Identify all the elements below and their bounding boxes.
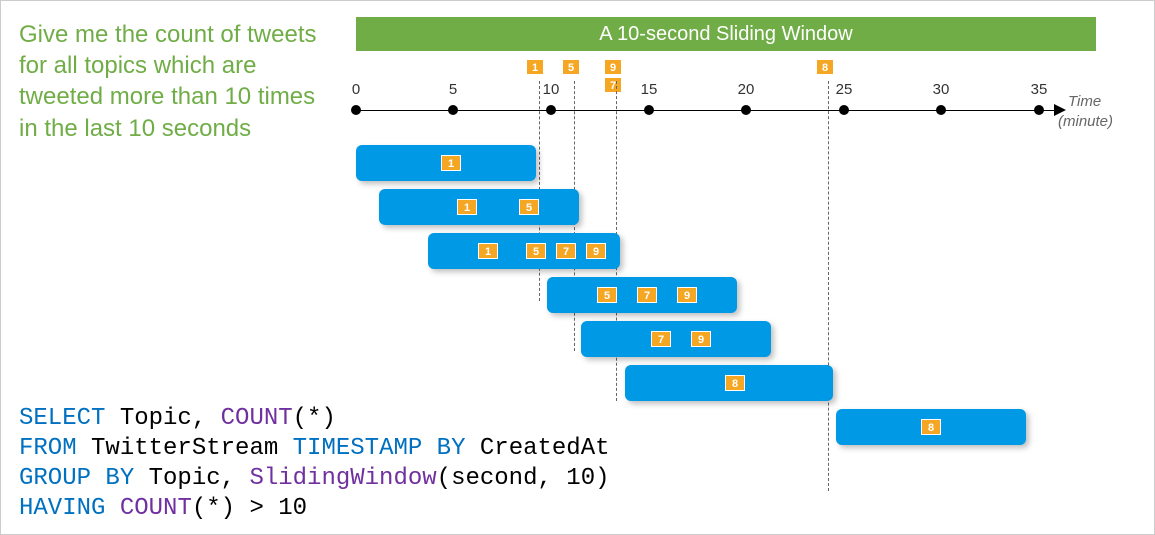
sql-token: FROM (19, 435, 77, 462)
tick-label: 0 (352, 81, 360, 98)
window-chip: 5 (519, 199, 539, 215)
tick-dot (741, 105, 751, 115)
window-chip: 8 (921, 419, 941, 435)
sliding-window: 8 (836, 409, 1026, 445)
tick-label: 15 (641, 81, 658, 98)
tick-label: 25 (836, 81, 853, 98)
sql-code: SELECT Topic, COUNT(*) FROM TwitterStrea… (19, 404, 610, 524)
window-chip: 1 (441, 155, 461, 171)
tick-label: 35 (1031, 81, 1048, 98)
sliding-window: 1579 (428, 233, 620, 269)
tick-label: 5 (449, 81, 457, 98)
timeline-event: 1 (526, 59, 544, 75)
sliding-window: 1 (356, 145, 536, 181)
window-chip: 7 (556, 243, 576, 259)
window-chip: 5 (597, 287, 617, 303)
window-chip: 7 (651, 331, 671, 347)
sql-token: HAVING (19, 495, 105, 522)
sliding-window: 5 7 9 (547, 277, 737, 313)
sql-token: (*) (293, 405, 336, 432)
window-chip: 1 (478, 243, 498, 259)
tick-dot (546, 105, 556, 115)
tick-dot (1034, 105, 1044, 115)
window-chip: 9 (691, 331, 711, 347)
sql-token: TIMESTAMP BY (293, 435, 466, 462)
tick-label: 30 (933, 81, 950, 98)
tick-dot (839, 105, 849, 115)
sql-token: Topic, (134, 465, 249, 492)
sql-token: (*) > 10 (192, 495, 307, 522)
sql-token (105, 495, 119, 522)
window-chip: 8 (725, 375, 745, 391)
sliding-window: 79 (581, 321, 771, 357)
axis-sublabel: (minute) (1058, 113, 1113, 130)
sliding-window: 8 (625, 365, 833, 401)
window-chip: 1 (457, 199, 477, 215)
axis-line (356, 110, 1056, 111)
sql-token: SELECT (19, 405, 105, 432)
tick-dot (448, 105, 458, 115)
sql-token: CreatedAt (465, 435, 609, 462)
sql-token: TwitterStream (77, 435, 293, 462)
tick-dot (351, 105, 361, 115)
tick-label: 10 (543, 81, 560, 98)
sliding-window: 15 (379, 189, 579, 225)
sql-token: Topic, (105, 405, 220, 432)
tick-dot (936, 105, 946, 115)
header-bar: A 10-second Sliding Window (356, 17, 1096, 51)
timeline-event: 5 (562, 59, 580, 75)
window-chip: 7 (637, 287, 657, 303)
timeline: 05101520253035 Time (minute) (356, 81, 1096, 131)
window-chip: 5 (526, 243, 546, 259)
sql-token: (second, 10) (437, 465, 610, 492)
sql-token: SlidingWindow (249, 465, 436, 492)
sql-token: COUNT (221, 405, 293, 432)
window-chip: 9 (677, 287, 697, 303)
description-text: Give me the count of tweets for all topi… (19, 19, 319, 144)
window-chip: 9 (586, 243, 606, 259)
dashed-line (828, 81, 829, 491)
timeline-event: 9 (604, 59, 622, 75)
sql-token: GROUP BY (19, 465, 134, 492)
tick-label: 20 (738, 81, 755, 98)
timeline-event: 7 (604, 77, 622, 93)
sql-token: COUNT (120, 495, 192, 522)
timeline-event: 8 (816, 59, 834, 75)
tick-dot (644, 105, 654, 115)
axis-label: Time (1068, 93, 1101, 110)
